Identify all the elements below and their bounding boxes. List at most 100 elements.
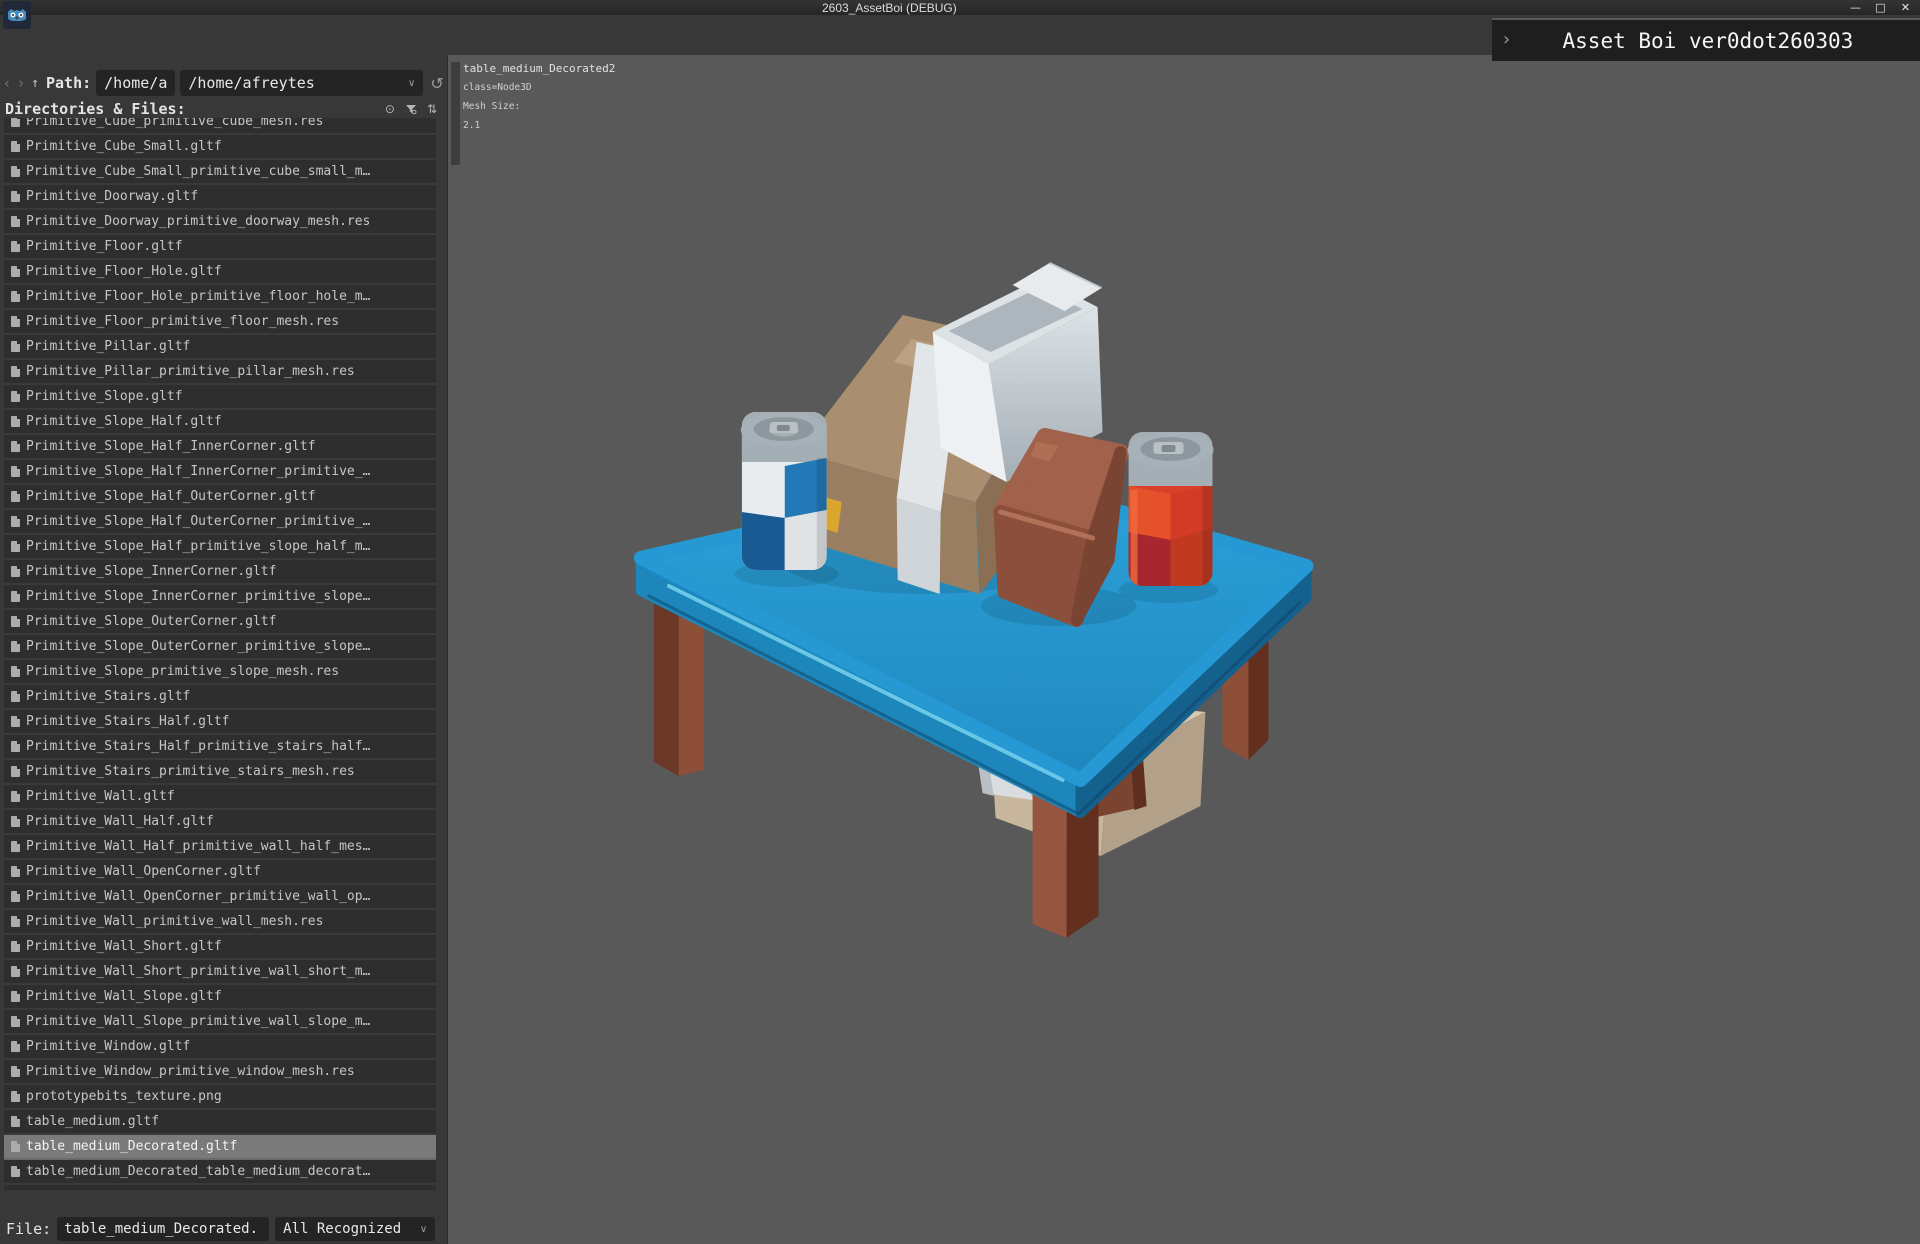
file-item[interactable]: table_medium.gltf bbox=[4, 1110, 436, 1135]
nav-up-icon[interactable]: ↑ bbox=[28, 76, 42, 91]
file-item[interactable]: Primitive_Floor_Hole.gltf bbox=[4, 260, 436, 285]
file-item[interactable]: Primitive_Wall_Half_primitive_wall_half_… bbox=[4, 835, 436, 860]
file-item[interactable]: Primitive_Window_primitive_window_mesh.r… bbox=[4, 1060, 436, 1085]
file-icon bbox=[11, 1041, 20, 1052]
sort-order-icon[interactable]: ⇅ bbox=[427, 103, 437, 115]
file-icon bbox=[11, 891, 20, 902]
file-item[interactable]: table_medium_Decorated_table_medium_deco… bbox=[4, 1160, 436, 1185]
file-item[interactable]: Primitive_Cube_Small.gltf bbox=[4, 135, 436, 160]
3d-viewport[interactable]: table_medium_Decorated2 class=Node3D Mes… bbox=[447, 55, 1920, 1244]
path-dropdown-value: /home/afreytes bbox=[188, 74, 314, 92]
file-item[interactable]: Primitive_Slope_primitive_slope_mesh.res bbox=[4, 660, 436, 685]
file-item[interactable]: Primitive_Slope_Half_OuterCorner.gltf bbox=[4, 485, 436, 510]
file-item[interactable]: Primitive_Floor.gltf bbox=[4, 235, 436, 260]
file-item-label: Primitive_Doorway_primitive_doorway_mesh… bbox=[26, 214, 370, 229]
file-item-label: table_medium_Decorated_table_medium_deco… bbox=[26, 1164, 370, 1179]
file-item[interactable]: Primitive_Slope_InnerCorner.gltf bbox=[4, 560, 436, 585]
file-item[interactable]: Primitive_Pillar_primitive_pillar_mesh.r… bbox=[4, 360, 436, 385]
file-item[interactable]: Primitive_Wall_Short_primitive_wall_shor… bbox=[4, 960, 436, 985]
file-icon bbox=[11, 766, 20, 777]
mesh-size-label: Mesh Size: bbox=[463, 97, 615, 116]
file-item[interactable]: Primitive_Stairs_Half_primitive_stairs_h… bbox=[4, 735, 436, 760]
file-item[interactable]: Primitive_Cube_Small_primitive_cube_smal… bbox=[4, 160, 436, 185]
file-icon bbox=[11, 391, 20, 402]
path-dropdown[interactable]: /home/afreytes ∨ bbox=[180, 70, 423, 96]
file-item[interactable]: Primitive_Stairs_Half.gltf bbox=[4, 710, 436, 735]
file-item-label: Primitive_Wall_Short.gltf bbox=[26, 939, 222, 954]
filter-dropdown[interactable]: All Recognized ∨ bbox=[275, 1217, 435, 1241]
panel-chevron-icon[interactable]: › bbox=[1492, 29, 1520, 52]
toggle-hidden-icon[interactable]: ⊙ bbox=[385, 103, 395, 115]
file-item-label: Primitive_Slope_OuterCorner.gltf bbox=[26, 614, 276, 629]
file-item[interactable]: Primitive_Wall_OpenCorner.gltf bbox=[4, 860, 436, 885]
file-item[interactable]: Primitive_Stairs.gltf bbox=[4, 685, 436, 710]
file-item[interactable]: Primitive_Slope_Half_InnerCorner_primiti… bbox=[4, 460, 436, 485]
file-item[interactable]: prototypebits_texture.png bbox=[4, 1085, 436, 1110]
window-title: 2603_AssetBoi (DEBUG) bbox=[822, 1, 957, 15]
file-item-label: Primitive_Stairs_primitive_stairs_mesh.r… bbox=[26, 764, 355, 779]
file-item[interactable]: Primitive_Window.gltf bbox=[4, 1035, 436, 1060]
file-item-label: Primitive_Cube_primitive_cube_mesh.res bbox=[26, 118, 323, 129]
file-icon bbox=[11, 1091, 20, 1102]
file-item[interactable]: Primitive_Wall_Slope.gltf bbox=[4, 985, 436, 1010]
file-item[interactable]: Primitive_Wall.gltf bbox=[4, 785, 436, 810]
file-icon bbox=[11, 1166, 20, 1177]
file-item[interactable]: Primitive_Slope_Half_OuterCorner_primiti… bbox=[4, 510, 436, 535]
file-item[interactable]: Primitive_Slope_Half_primitive_slope_hal… bbox=[4, 535, 436, 560]
file-item-label: Primitive_Slope_primitive_slope_mesh.res bbox=[26, 664, 339, 679]
file-item[interactable]: Primitive_Slope_Half_InnerCorner.gltf bbox=[4, 435, 436, 460]
file-item[interactable]: Primitive_Floor_primitive_floor_mesh.res bbox=[4, 310, 436, 335]
nav-back-icon[interactable]: ‹ bbox=[0, 74, 14, 92]
titlebar[interactable]: 2603_AssetBoi (DEBUG) bbox=[0, 0, 1920, 15]
file-item[interactable]: Primitive_Wall_primitive_wall_mesh.res bbox=[4, 910, 436, 935]
file-item-label: Primitive_Slope_Half_primitive_slope_hal… bbox=[26, 539, 370, 554]
file-item[interactable]: Primitive_Wall_Short.gltf bbox=[4, 935, 436, 960]
filename-input[interactable]: table_medium_Decorated. bbox=[57, 1217, 269, 1241]
file-icon bbox=[11, 716, 20, 727]
file-item[interactable]: table_medium_Decorated.gltf bbox=[4, 1135, 436, 1160]
app-version-label: Asset Boi ver0dot260303 bbox=[1520, 29, 1920, 53]
file-icon bbox=[11, 516, 20, 527]
file-item[interactable]: Primitive_Stairs_primitive_stairs_mesh.r… bbox=[4, 760, 436, 785]
file-list[interactable]: Primitive_Cube_primitive_cube_mesh.res Pr… bbox=[4, 118, 436, 1190]
file-item-label: Primitive_Wall_Half_primitive_wall_half_… bbox=[26, 839, 370, 854]
file-item-label: Primitive_Stairs_Half.gltf bbox=[26, 714, 230, 729]
file-item-label: Primitive_Stairs_Half_primitive_stairs_h… bbox=[26, 739, 370, 754]
file-item[interactable]: Primitive_Doorway.gltf bbox=[4, 185, 436, 210]
filter-funnel-icon[interactable] bbox=[405, 103, 417, 115]
file-item-label: Primitive_Floor_primitive_floor_mesh.res bbox=[26, 314, 339, 329]
file-icon bbox=[11, 691, 20, 702]
file-icon bbox=[11, 441, 20, 452]
file-icon bbox=[11, 991, 20, 1002]
file-item[interactable]: Primitive_Slope.gltf bbox=[4, 385, 436, 410]
minimize-icon[interactable]: — bbox=[1849, 1, 1862, 15]
path-segment-field[interactable]: /home/a bbox=[96, 70, 175, 96]
file-item[interactable]: Primitive_Slope_InnerCorner_primitive_sl… bbox=[4, 585, 436, 610]
file-item[interactable]: Primitive_Cube_primitive_cube_mesh.res bbox=[4, 118, 436, 135]
file-icon bbox=[11, 166, 20, 177]
file-icon bbox=[11, 641, 20, 652]
nav-forward-icon[interactable]: › bbox=[14, 74, 28, 92]
file-item[interactable]: Primitive_Wall_Half.gltf bbox=[4, 810, 436, 835]
file-item[interactable]: Primitive_Floor_Hole_primitive_floor_hol… bbox=[4, 285, 436, 310]
file-icon bbox=[11, 291, 20, 302]
godot-robot-icon bbox=[3, 1, 31, 29]
file-icon bbox=[11, 216, 20, 227]
file-item-label: Primitive_Cube_Small_primitive_cube_smal… bbox=[26, 164, 370, 179]
file-item[interactable]: Primitive_Slope_Half.gltf bbox=[4, 410, 436, 435]
file-item[interactable]: Primitive_Slope_OuterCorner.gltf bbox=[4, 610, 436, 635]
files-heading: Directories & Files: bbox=[5, 100, 186, 118]
file-item[interactable]: Primitive_Slope_OuterCorner_primitive_sl… bbox=[4, 635, 436, 660]
file-icon bbox=[11, 1016, 20, 1027]
refresh-icon[interactable]: ↺ bbox=[430, 74, 443, 93]
file-icon bbox=[11, 366, 20, 377]
file-item[interactable]: Primitive_Wall_OpenCorner_primitive_wall… bbox=[4, 885, 436, 910]
file-item[interactable]: Primitive_Wall_Slope_primitive_wall_slop… bbox=[4, 1010, 436, 1035]
close-icon[interactable]: ✕ bbox=[1899, 1, 1912, 15]
maximize-icon[interactable]: □ bbox=[1874, 1, 1887, 15]
file-item-label: Primitive_Slope_Half.gltf bbox=[26, 414, 222, 429]
file-item[interactable]: Primitive_Pillar.gltf bbox=[4, 335, 436, 360]
files-header: Directories & Files: ⊙ ⇅ bbox=[5, 100, 445, 118]
info-scrollbar[interactable] bbox=[451, 62, 460, 165]
file-item[interactable]: Primitive_Doorway_primitive_doorway_mesh… bbox=[4, 210, 436, 235]
